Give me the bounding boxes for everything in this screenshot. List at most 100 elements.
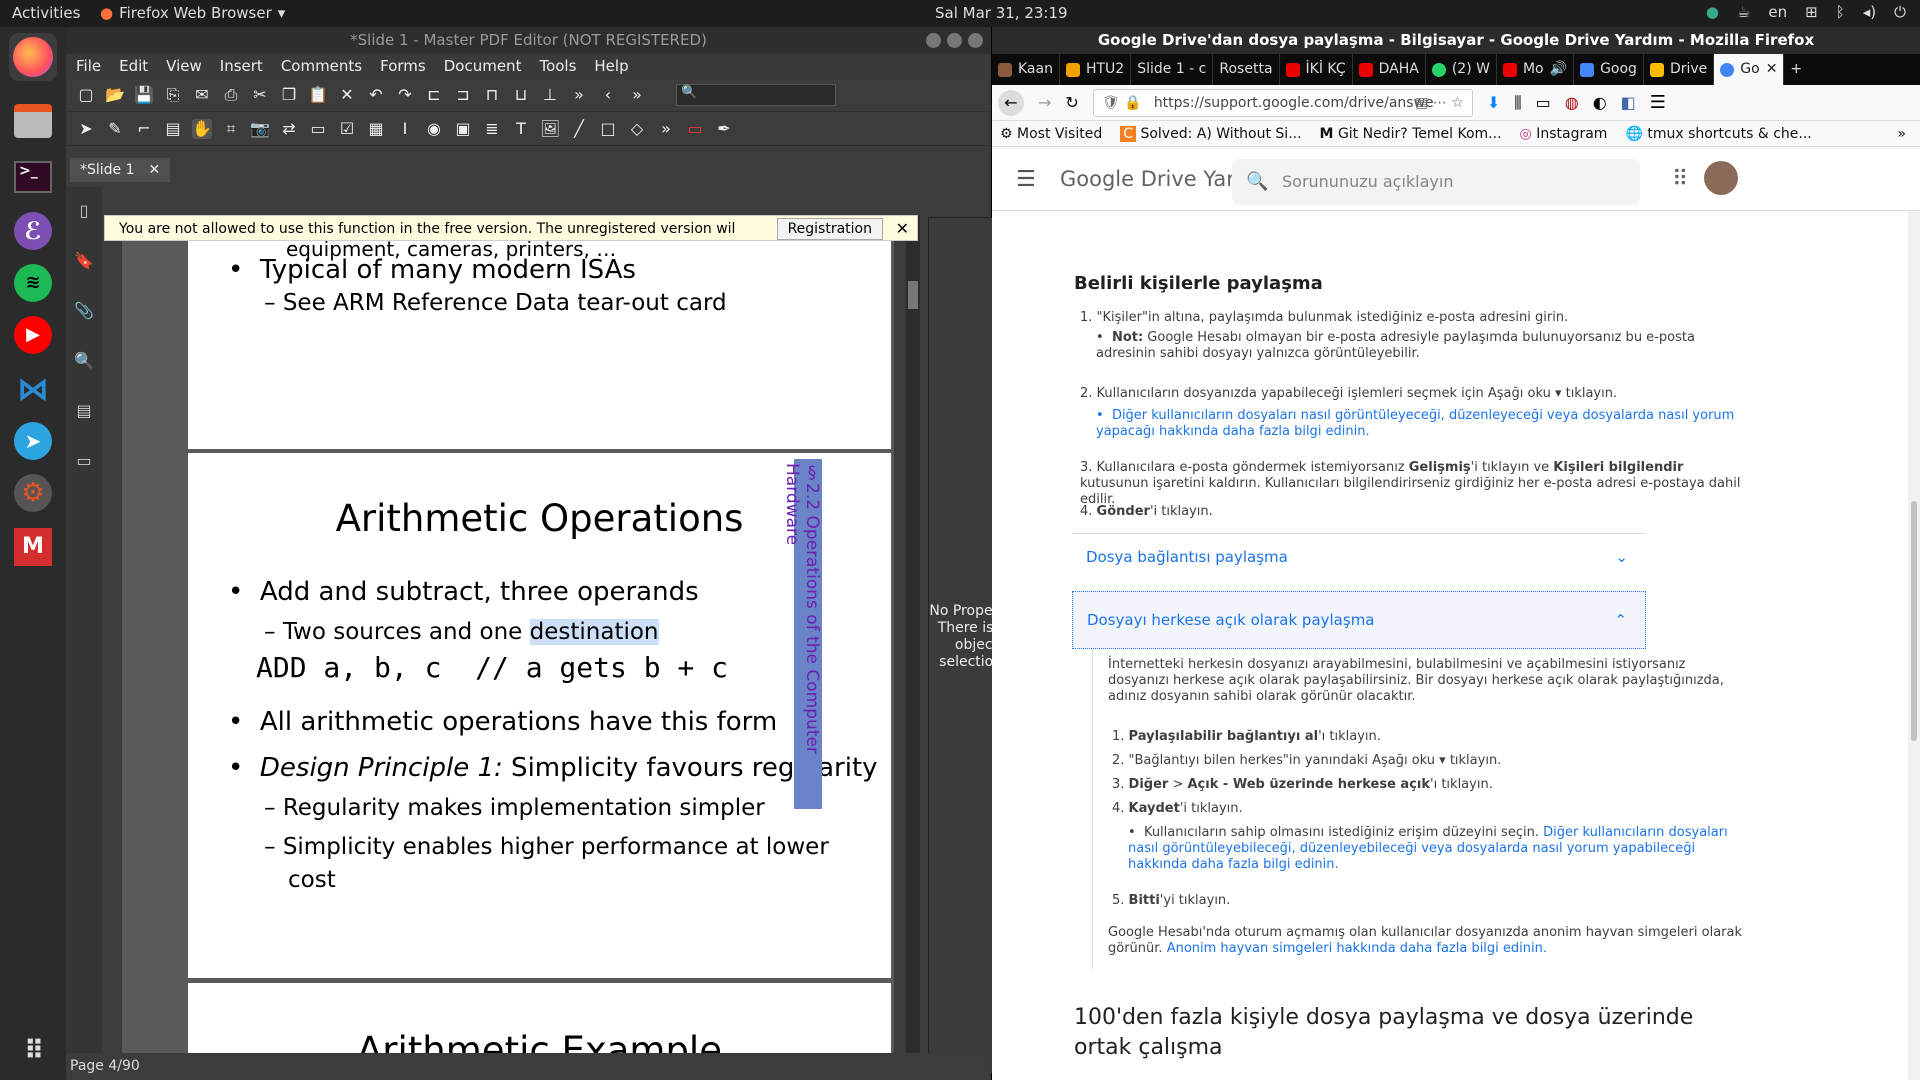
prev-page-icon[interactable]: ‹ [598, 85, 618, 105]
activities-button[interactable]: Activities [12, 4, 80, 22]
menu-view[interactable]: View [166, 54, 202, 78]
browser-tab[interactable]: Drive [1644, 54, 1715, 85]
combobox-icon[interactable]: ▦ [366, 119, 386, 139]
new-tab-button[interactable]: + [1784, 54, 1808, 85]
menu-tools[interactable]: Tools [539, 54, 576, 78]
pages-icon[interactable]: ▯ [72, 201, 96, 225]
download-icon[interactable]: ⬇ [1487, 93, 1500, 112]
save-icon[interactable]: 💾 [134, 85, 154, 105]
selected-text[interactable]: destination [529, 619, 659, 645]
copy-icon[interactable]: ❐ [279, 85, 299, 105]
new-icon[interactable]: ▢ [76, 85, 96, 105]
highlight-icon[interactable]: ▭ [685, 119, 705, 139]
menu-insert[interactable]: Insert [220, 54, 263, 78]
language-indicator[interactable]: en [1768, 3, 1787, 21]
app-menu[interactable]: ● Firefox Web Browser ▾ [100, 4, 285, 22]
url-bar[interactable]: 🛡 🔒 https://support.google.com/drive/answ… [1092, 88, 1473, 117]
browser-tab[interactable]: (2) W [1426, 54, 1497, 85]
browser-tab[interactable]: Rosetta [1213, 54, 1280, 85]
vertical-scrollbar[interactable] [906, 215, 920, 1063]
listbox-icon[interactable]: ▣ [453, 119, 473, 139]
print-icon[interactable]: ⎙ [221, 85, 241, 105]
close-icon[interactable]: ✕ [1766, 54, 1778, 85]
signatures-icon[interactable]: ▭ [72, 451, 96, 475]
align-bottom-icon[interactable]: ⊔ [511, 85, 531, 105]
menu-edit[interactable]: Edit [119, 54, 148, 78]
close-icon[interactable]: ✕ [896, 216, 909, 242]
hand-icon[interactable]: ✋ [192, 118, 212, 139]
checkbox-icon[interactable]: ☑ [337, 119, 357, 139]
browser-tab[interactable]: Slide 1 - c [1131, 54, 1214, 85]
firefox-dock-icon[interactable] [9, 33, 57, 81]
forward-icon[interactable]: → [1038, 93, 1051, 112]
link-text[interactable]: Diğer kullanıcıların dosyaları nasıl gör… [1096, 408, 1734, 439]
undo-icon[interactable]: ↶ [366, 85, 386, 105]
browser-tab[interactable]: Kaan [992, 54, 1060, 85]
browser-tab[interactable]: HTU2 [1060, 54, 1132, 85]
menu-help[interactable]: Help [594, 54, 628, 78]
accordion-share-link[interactable]: Dosya bağlantısı paylaşma ⌄ [1072, 533, 1646, 579]
registration-button[interactable]: Registration [776, 218, 883, 240]
text-icon[interactable]: T [511, 119, 531, 139]
extension-icon[interactable]: ◍ [1565, 93, 1579, 112]
bookmark-item[interactable]: M Git Nedir? Temel Kom... [1320, 126, 1502, 142]
tab-slide-1[interactable]: *Slide 1 ✕ [70, 158, 171, 182]
snapshot-icon[interactable]: 📷 [250, 119, 270, 139]
align-left-icon[interactable]: ⊏ [424, 85, 444, 105]
files-dock-icon[interactable] [9, 97, 57, 145]
library-icon[interactable]: ⫼ [1514, 93, 1521, 113]
settings-dock-icon[interactable]: ⚙ [9, 469, 57, 517]
page-actions-icon[interactable]: ▤ ⋯ ☆ [1415, 90, 1464, 116]
scrollbar-thumb[interactable] [908, 281, 918, 309]
bookmark-item[interactable]: C Solved: A) Without Si... [1120, 125, 1302, 142]
redo-icon[interactable]: ↷ [395, 85, 415, 105]
power-icon[interactable]: ⏻ [1894, 3, 1906, 21]
attachments-icon[interactable]: 📎 [72, 301, 96, 325]
apps-grid-icon[interactable]: ⠿ [1672, 167, 1688, 192]
bookmark-item[interactable]: ◎ Instagram [1520, 126, 1608, 142]
maximize-button[interactable] [947, 33, 962, 48]
cut-icon[interactable]: ✂ [250, 85, 270, 105]
volume-icon[interactable]: ◂) [1863, 3, 1876, 21]
avatar[interactable] [1704, 161, 1738, 195]
sidebar-icon[interactable]: ▭ [1536, 93, 1551, 112]
link-icon[interactable]: ⇄ [279, 119, 299, 139]
speaker-icon[interactable]: 🔊 [1550, 54, 1567, 85]
link-text[interactable]: Anonim hayvan simgeleri hakkında daha fa… [1167, 941, 1547, 956]
reload-icon[interactable]: ↻ [1065, 93, 1078, 112]
form-icon[interactable]: ▤ [163, 119, 183, 139]
extension-icon[interactable]: ◧ [1621, 93, 1636, 112]
bookmark-item[interactable]: 🌐 tmux shortcuts & che... [1625, 126, 1811, 142]
tray-app-icon[interactable]: ● [1706, 3, 1719, 21]
align-top-icon[interactable]: ⊓ [482, 85, 502, 105]
bookmarks-icon[interactable]: 🔖 [72, 251, 96, 275]
more-icon[interactable]: » [656, 119, 676, 139]
emacs-dock-icon[interactable]: ℰ [9, 207, 57, 255]
edit-text-icon[interactable]: ✎ [105, 119, 125, 139]
image-icon[interactable]: 🖼 [540, 119, 560, 139]
paste-icon[interactable]: 📋 [308, 85, 328, 105]
help-search-input[interactable]: 🔍 Sorununuzu açıklayın [1232, 159, 1640, 205]
network-icon[interactable]: ⊞ [1805, 3, 1818, 21]
vscode-dock-icon[interactable]: ⋈ [9, 365, 57, 413]
crop-icon[interactable]: ⌗ [221, 119, 241, 139]
signature-icon[interactable]: ≣ [482, 119, 502, 139]
more-icon[interactable]: » [569, 85, 589, 105]
close-button[interactable] [968, 33, 983, 48]
menu-icon[interactable]: ☰ [1650, 92, 1666, 113]
browser-tab[interactable]: DAHA [1353, 54, 1426, 85]
ellipse-icon[interactable]: ◇ [627, 119, 647, 139]
search-icon[interactable]: 🔍 [72, 351, 96, 375]
clock[interactable]: Sal Mar 31, 23:19 [935, 4, 1068, 22]
more-bookmarks-icon[interactable]: » [1897, 126, 1906, 142]
menu-forms[interactable]: Forms [380, 54, 426, 78]
close-icon[interactable]: ✕ [149, 162, 161, 178]
more-icon[interactable]: » [627, 85, 647, 105]
browser-tab[interactable]: İKİ KÇ [1280, 54, 1353, 85]
system-tray[interactable]: ● ☕ en ⊞ ᛒ ◂) ⏻ [1706, 3, 1906, 21]
youtube-dock-icon[interactable]: ▶ [9, 311, 57, 359]
distribute-icon[interactable]: ⊥ [540, 85, 560, 105]
document-view[interactable]: equipment, cameras, printers, … • Typica… [122, 215, 894, 1063]
menu-comments[interactable]: Comments [281, 54, 362, 78]
layers-icon[interactable]: ▤ [72, 401, 96, 425]
